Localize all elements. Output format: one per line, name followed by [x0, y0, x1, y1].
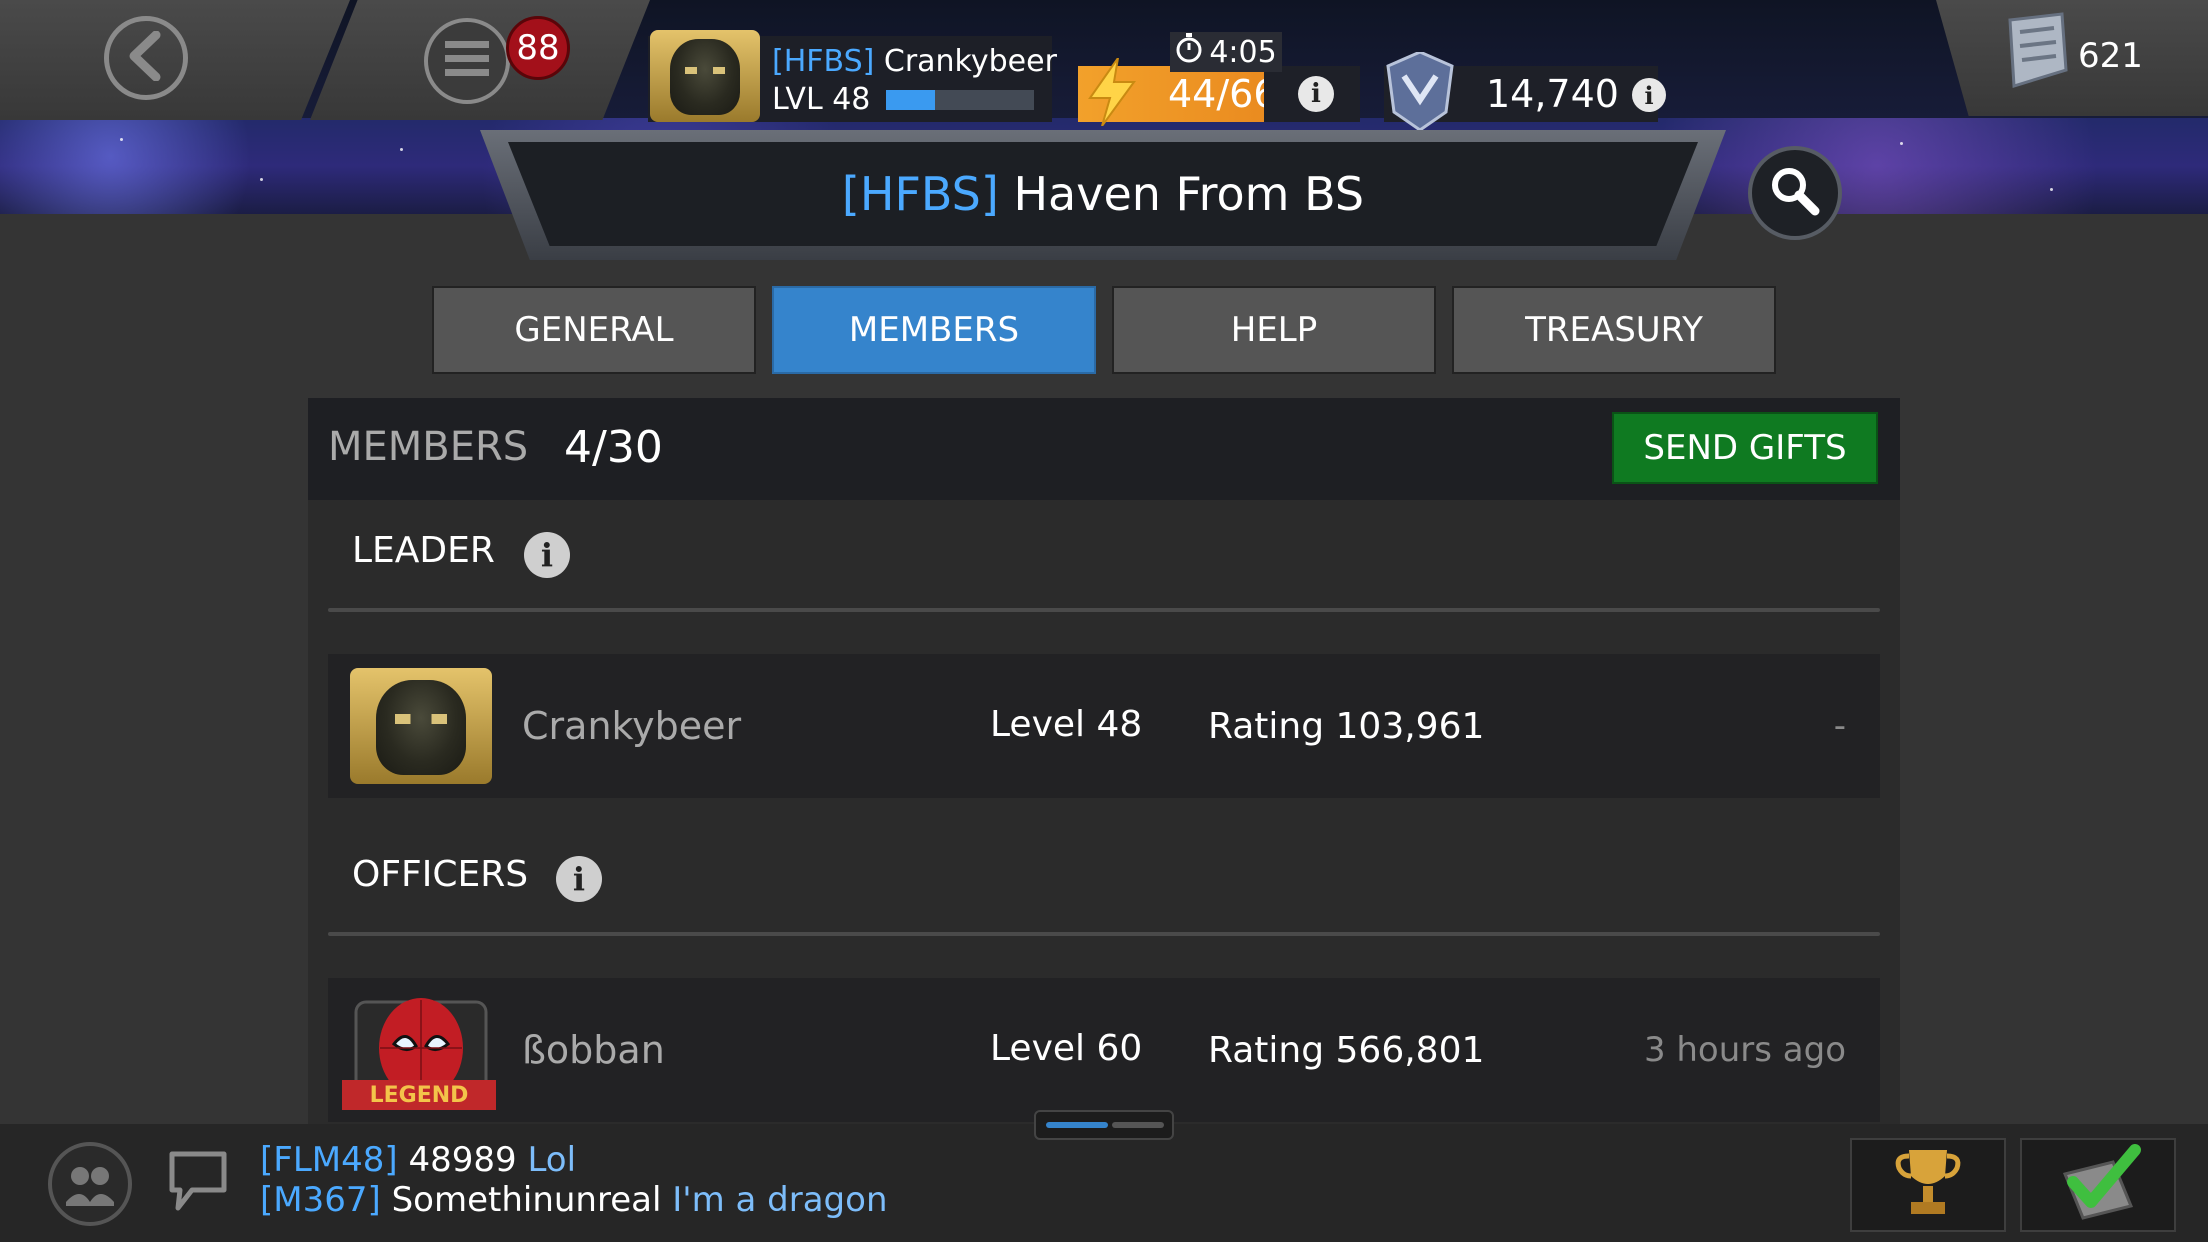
gold-value: 14,740 [1486, 72, 1619, 116]
checkmark-icon [2053, 1144, 2143, 1226]
info-icon[interactable]: i [1632, 78, 1666, 112]
profile-level: LVL 48 [772, 82, 871, 117]
stopwatch-icon [1175, 33, 1203, 71]
menu-button[interactable] [424, 18, 510, 104]
member-name: ßobban [522, 1028, 665, 1072]
members-panel[interactable]: MEMBERS 4/30 SEND GIFTS LEADER i Crankyb… [308, 398, 1900, 1126]
member-level: Level 48 [990, 704, 1143, 745]
tab-help[interactable]: HELP [1112, 286, 1436, 374]
divider [328, 608, 1880, 612]
member-level: Level 60 [990, 1028, 1143, 1069]
section-title-leader: LEADER [352, 530, 495, 571]
divider [328, 932, 1880, 936]
alliance-name: [HFBS] Haven From BS [508, 142, 1698, 246]
chat-line[interactable]: [M367] Somethinunreal I'm a dragon [260, 1180, 888, 1220]
search-icon [1769, 165, 1821, 221]
trophy-button[interactable] [1850, 1138, 2006, 1232]
energy-timer: 4:05 [1170, 32, 1282, 72]
units-icon[interactable] [1996, 12, 2072, 96]
section-title-officers: OFFICERS [352, 854, 529, 895]
member-name: Crankybeer [522, 704, 742, 748]
back-button[interactable] [104, 16, 188, 100]
tab-members[interactable]: MEMBERS [772, 286, 1096, 374]
member-last-seen: 3 hours ago [1643, 1030, 1846, 1070]
legend-badge: LEGEND [342, 1080, 496, 1110]
xp-bar [886, 90, 1034, 110]
member-row[interactable]: Crankybeer Level 48 Rating 103,961 - [328, 654, 1880, 798]
profile-summary[interactable]: [HFBS] Crankybeer LVL 48 [648, 30, 1057, 122]
member-rating: Rating 566,801 [1208, 1030, 1485, 1071]
trophy-icon [1893, 1146, 1963, 1224]
gold-icon [1384, 50, 1456, 136]
scroll-indicator [1034, 1110, 1174, 1140]
info-icon[interactable]: i [556, 856, 602, 902]
units-value: 621 [2078, 36, 2143, 76]
notification-badge: 88 [506, 16, 570, 80]
info-icon[interactable]: i [524, 532, 570, 578]
alliance-icon[interactable] [46, 1140, 134, 1232]
profile-avatar [650, 30, 760, 122]
member-rating: Rating 103,961 [1208, 706, 1485, 747]
info-icon[interactable]: i [1298, 76, 1334, 112]
back-arrow-icon [124, 30, 168, 85]
member-last-seen: - [1833, 706, 1846, 746]
members-count: 4/30 [564, 422, 663, 473]
tab-treasury[interactable]: TREASURY [1452, 286, 1776, 374]
members-header: MEMBERS 4/30 SEND GIFTS [308, 398, 1900, 500]
members-label: MEMBERS [328, 424, 529, 470]
profile-name: [HFBS] Crankybeer [772, 44, 1057, 79]
quests-button[interactable] [2020, 1138, 2176, 1232]
tab-general[interactable]: GENERAL [432, 286, 756, 374]
menu-icon [445, 39, 489, 83]
units-panel [1936, 0, 2208, 116]
lightning-icon [1084, 57, 1140, 130]
member-avatar [350, 668, 492, 784]
chat-icon[interactable] [168, 1148, 228, 1218]
chat-line[interactable]: [FLM48] 48989 Lol [260, 1140, 576, 1180]
member-row[interactable]: LEGEND ßobban Level 60 Rating 566,801 3 … [328, 978, 1880, 1122]
gold-meter[interactable]: 14,740 i [1384, 50, 1666, 132]
energy-value: 44/66 [1168, 72, 1278, 116]
energy-meter[interactable]: 44/66 i [1078, 57, 1360, 127]
search-button[interactable] [1748, 146, 1842, 240]
send-gifts-button[interactable]: SEND GIFTS [1612, 412, 1878, 484]
